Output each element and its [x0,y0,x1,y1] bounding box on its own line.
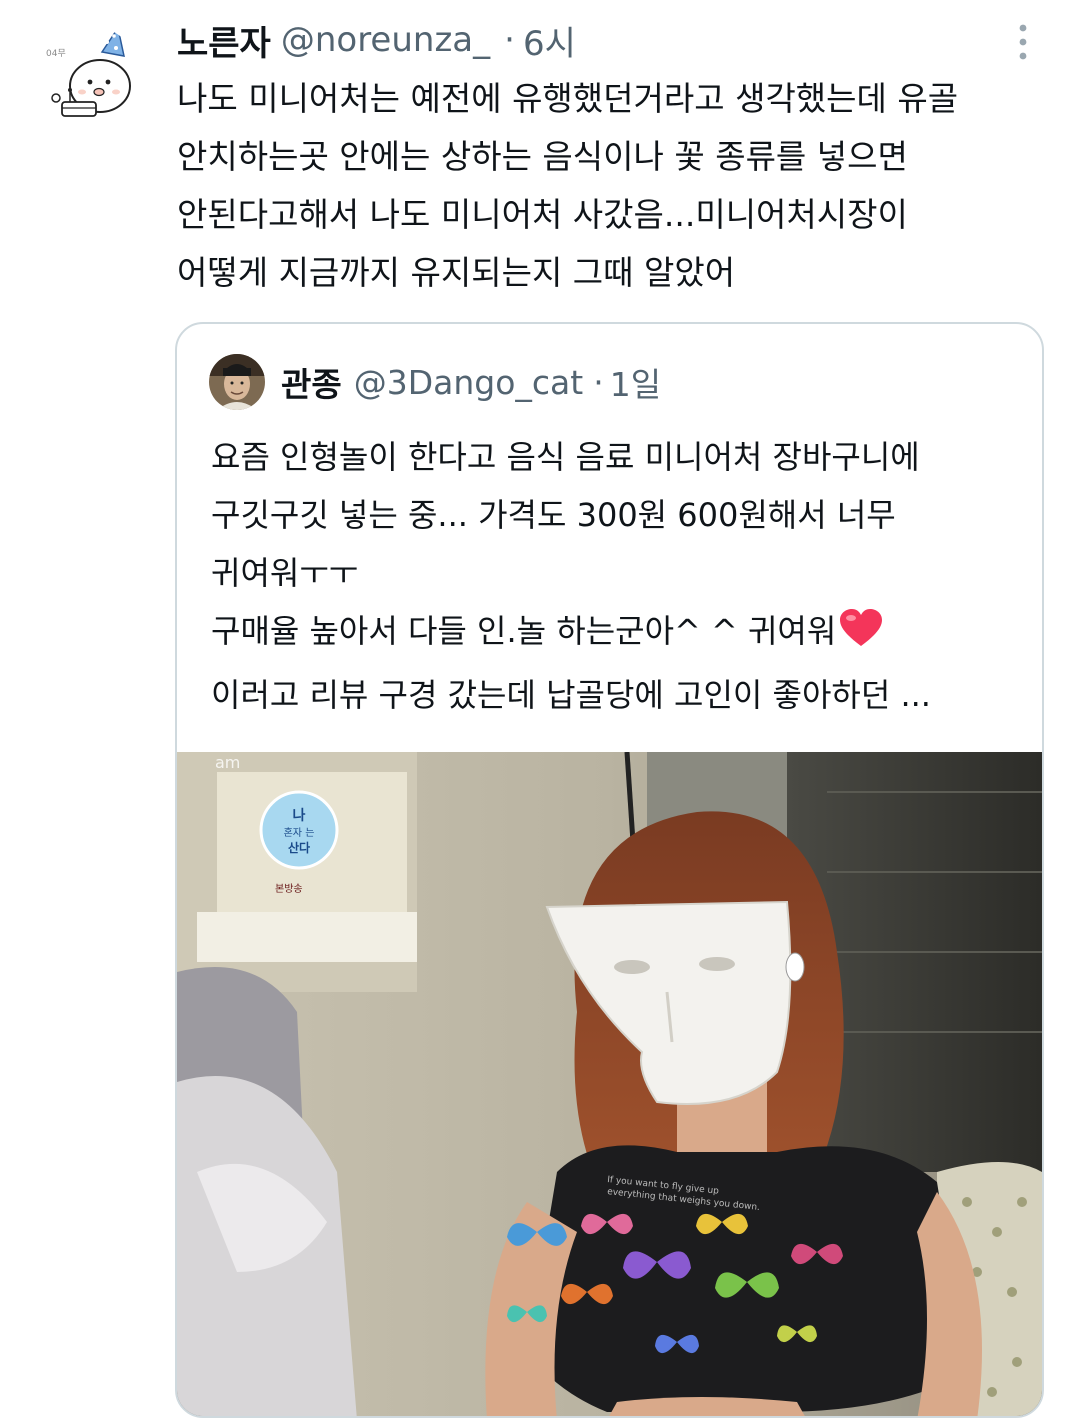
tweet-timestamp[interactable]: 6시 [523,16,576,65]
author-display-name[interactable]: 노른자 [177,16,271,65]
broadcast-tag: 본방송 [275,883,303,895]
more-vertical-icon[interactable] [1008,20,1038,64]
quoted-tweet-media-image[interactable]: If you want to fly give up everything th… [177,752,1042,1416]
tweet[interactable]: 04무 노른자 @noreunza_ · 6시 나도 미니어처는 예전에 유행했… [0,0,1080,1421]
quoted-header-separator: · [593,362,604,402]
quoted-tweet-timestamp[interactable]: 1일 [610,358,661,406]
quoted-text-line: 구깃구깃 넣는 중... 가격도 300원 600원해서 너무 [211,496,896,534]
tweet-header: 노른자 @noreunza_ · 6시 [177,14,576,66]
tweet-text-line: 안치하는곳 안에는 상하는 음식이나 꽃 종류를 넣으면 [177,137,908,176]
tv-screenshot-photo: If you want to fly give up everything th… [177,752,1042,1416]
tweet-text-line: 안된다고해서 나도 미니어처 사갔음...미니어처시장이 [177,195,908,234]
quoted-author-display-name[interactable]: 관종 [281,358,342,406]
man-portrait-avatar-image [209,354,265,410]
tweet-text-line: 나도 미니어처는 예전에 유행했던거라고 생각했는데 유골 [177,79,959,118]
quoted-text-line: 이러고 리뷰 구경 갔는데 납골당에 고인이 좋아하던 ... [211,676,931,714]
quoted-text-line: 귀여워ㅜㅜ [211,554,359,592]
cartoon-avatar-image: 04무 [40,26,140,126]
avatar-label: 04무 [46,48,66,59]
video-watermark: am [215,753,240,772]
quoted-tweet-header: 관종 @3Dango_cat · 1일 [281,356,661,408]
quoted-author-handle[interactable]: @3Dango_cat [354,363,584,402]
quoted-text-line: 구매율 높아서 다들 인.놀 하는군아^ ^ 귀여워 [211,612,837,650]
show-logo-line: 혼자 는 [284,826,315,839]
author-avatar[interactable]: 04무 [40,26,140,126]
quoted-tweet[interactable]: 관종 @3Dango_cat · 1일 요즘 인형놀이 한다고 음식 음료 미니… [175,322,1044,1418]
tweet-text: 나도 미니어처는 예전에 유행했던거라고 생각했는데 유골 안치하는곳 안에는 … [177,70,1047,302]
show-logo-line: 산다 [288,840,310,855]
header-separator: · [504,20,515,60]
quoted-text-line-with-heart: 구매율 높아서 다들 인.놀 하는군아^ ^ 귀여워 [211,602,1021,666]
quoted-author-avatar[interactable] [209,354,265,410]
quoted-tweet-text: 요즘 인형놀이 한다고 음식 음료 미니어처 장바구니에 구깃구깃 넣는 중..… [211,428,1021,724]
red-heart-icon [838,608,884,666]
quoted-text-line: 요즘 인형놀이 한다고 음식 음료 미니어처 장바구니에 [211,438,920,476]
tweet-text-line: 어떻게 지금까지 유지되는지 그때 알았어 [177,253,736,292]
show-logo-line: 나 [293,808,306,824]
show-logo: 나 혼자 는 산다 [259,790,339,870]
author-handle[interactable]: @noreunza_ [281,20,490,60]
